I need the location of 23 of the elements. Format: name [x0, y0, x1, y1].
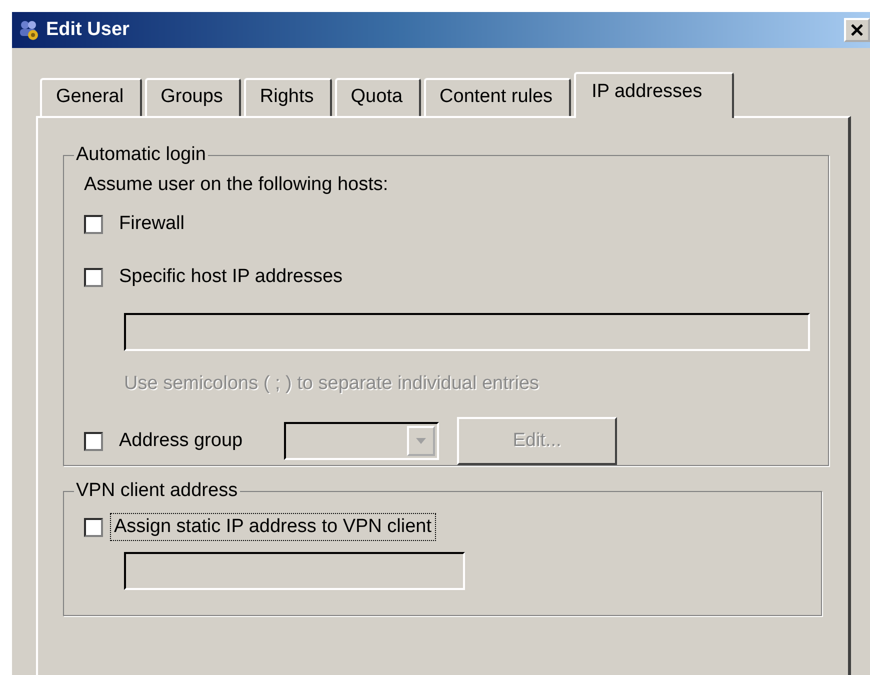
- window-title: Edit User: [46, 19, 130, 41]
- close-icon: [850, 24, 864, 36]
- dropdown-arrow-icon: [415, 437, 427, 445]
- users-gear-icon: [18, 19, 40, 41]
- checkbox-label: Assign static IP address to VPN client: [111, 514, 435, 540]
- checkbox[interactable]: [84, 214, 103, 234]
- checkbox-label: Firewall: [119, 213, 184, 235]
- prompt-text: Assume user on the following hosts:: [84, 174, 390, 196]
- checkbox[interactable]: [84, 268, 103, 286]
- tab[interactable]: Content rules: [424, 78, 571, 116]
- tab[interactable]: Groups: [144, 78, 241, 116]
- group-title: Automatic login: [75, 144, 207, 166]
- group-title: VPN client address: [75, 480, 239, 502]
- tab[interactable]: General: [40, 78, 142, 116]
- tab[interactable]: Rights: [244, 78, 332, 116]
- close-button[interactable]: [844, 18, 870, 42]
- checkbox-label: Specific host IP addresses: [119, 266, 343, 288]
- checkbox[interactable]: [84, 432, 103, 450]
- checkbox-label: Address group: [119, 430, 244, 452]
- checkbox[interactable]: [84, 518, 103, 536]
- tab[interactable]: Quota: [334, 78, 421, 116]
- hint-text: Use semicolons ( ; ) to separate individual entries: [124, 373, 540, 395]
- tab[interactable]: IP addresses: [574, 72, 734, 118]
